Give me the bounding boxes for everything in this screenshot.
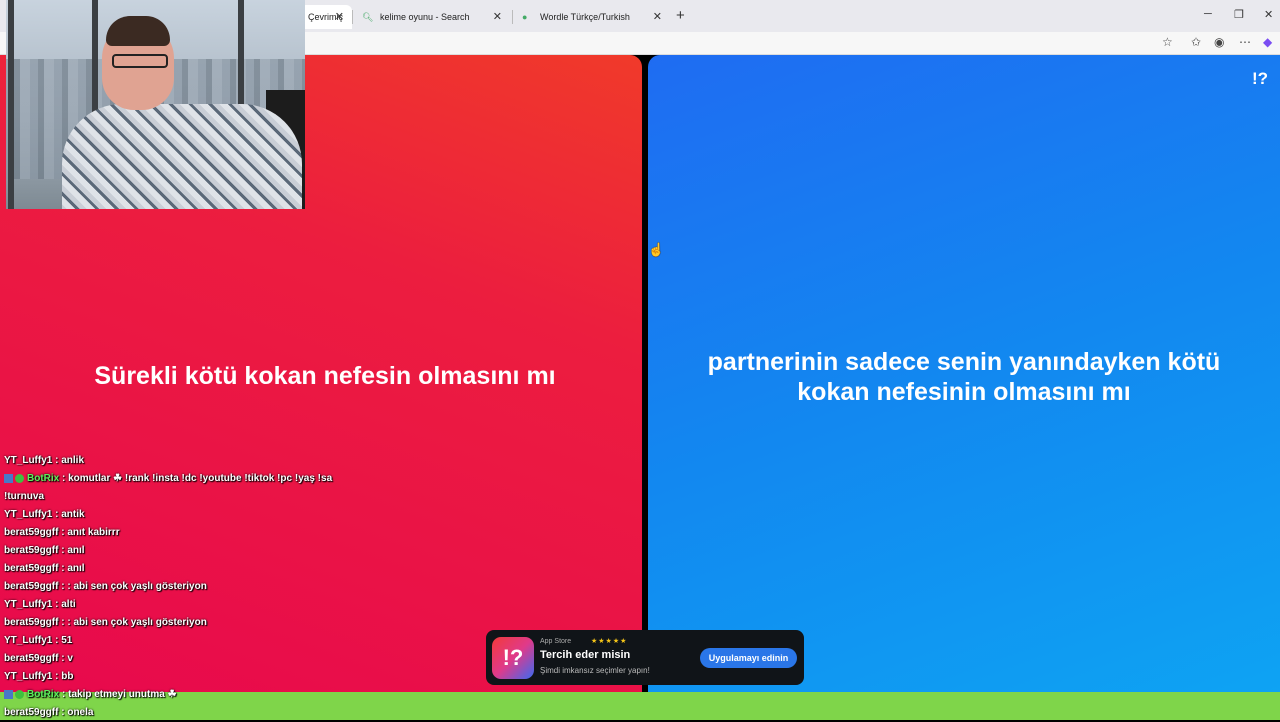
webcam-overlay — [6, 0, 305, 209]
profile-icon[interactable]: ◉ — [1214, 35, 1224, 49]
tab-divider — [512, 10, 513, 24]
chat-message: berat59ggff : : abi sen çok yaşlı göster… — [4, 581, 207, 592]
chat-message: YT_Luffy1 : alti — [4, 599, 76, 610]
chat-message: YT_Luffy1 : 51 — [4, 635, 73, 646]
app-logo-icon: !? — [492, 637, 534, 679]
banner-title: Tercih eder misin — [540, 649, 631, 661]
chat-message: berat59ggff : anıt kabirrr — [4, 527, 120, 538]
streamer-body — [62, 104, 302, 209]
chat-message: BotRix : komutlar ☘ !rank !insta !dc !yo… — [4, 470, 344, 488]
close-icon[interactable]: ✕ — [493, 10, 502, 23]
right-choice-panel[interactable]: !? partnerinin sadece senin yanındayken … — [648, 55, 1280, 692]
chat-message: berat59ggff : anıl — [4, 545, 85, 556]
mod-badge-icon — [4, 689, 13, 699]
chat-message: BotRix : takip etmeyi unutma ☘ — [4, 686, 344, 704]
globe-icon: ● — [522, 12, 528, 22]
banner-subtitle: Şimdi imkansız seçimler yapın! — [540, 666, 650, 675]
tab-divider — [352, 10, 353, 24]
copilot-icon[interactable]: ◆ — [1263, 35, 1272, 49]
chat-message: !turnuva — [4, 491, 44, 502]
streamer-hair — [106, 16, 170, 46]
rating-stars: ★★★★★ — [591, 638, 628, 645]
favorite-star-icon[interactable]: ☆ — [1162, 35, 1173, 49]
favorites-icon[interactable]: ✩ — [1191, 35, 1201, 49]
chat-message: YT_Luffy1 : bb — [4, 671, 74, 682]
restore-button[interactable]: ❐ — [1234, 8, 1244, 21]
mod-badge-icon — [4, 473, 13, 483]
app-store-banner[interactable]: !? App Store ★★★★★ Tercih eder misin Şim… — [486, 630, 804, 685]
get-app-button[interactable]: Uygulamayı edinin — [700, 648, 797, 668]
tab-cevrimici[interactable]: Çevrimiç ✕ — [300, 5, 352, 29]
tab-kelime-oyunu-search[interactable]: 🔍︎ kelime oyunu - Search ✕ — [354, 5, 510, 29]
left-option-text: Sürekli kötü kokan nefesin olmasını mı — [94, 362, 556, 390]
minimize-button[interactable]: ─ — [1204, 8, 1212, 20]
chat-message: YT_Luffy1 : anlik — [4, 455, 85, 466]
window-mullion — [8, 0, 14, 209]
right-option-text: partnerinin sadece senin yanındayken köt… — [707, 348, 1221, 406]
tab-label: kelime oyunu - Search — [380, 12, 470, 22]
app-store-label: App Store — [540, 638, 572, 645]
brand-logo: !? — [1251, 69, 1268, 88]
verified-badge-icon — [15, 689, 24, 699]
verified-badge-icon — [15, 473, 24, 483]
more-menu-icon[interactable]: ⋯ — [1239, 35, 1251, 49]
search-icon: 🔍︎ — [362, 11, 374, 22]
hand-cursor-icon: ☝ — [648, 242, 665, 257]
chat-message: berat59ggff : onela — [4, 707, 94, 718]
chat-overlay: YT_Luffy1 : anlik BotRix : komutlar ☘ !r… — [4, 452, 344, 722]
close-window-button[interactable]: ✕ — [1264, 8, 1273, 21]
new-tab-button[interactable]: + — [676, 7, 685, 24]
chat-message: YT_Luffy1 : antik — [4, 509, 85, 520]
close-icon[interactable]: ✕ — [653, 10, 662, 23]
chat-message: berat59ggff : anıl — [4, 563, 85, 574]
chat-message: berat59ggff : v — [4, 653, 73, 664]
tab-wordle-turkce[interactable]: ● Wordle Türkçe/Turkish ✕ — [514, 5, 670, 29]
tab-label: Wordle Türkçe/Turkish — [540, 12, 630, 22]
glasses — [112, 54, 168, 68]
chat-message: berat59ggff : : abi sen çok yaşlı göster… — [4, 617, 207, 628]
close-icon[interactable]: ✕ — [335, 10, 344, 23]
